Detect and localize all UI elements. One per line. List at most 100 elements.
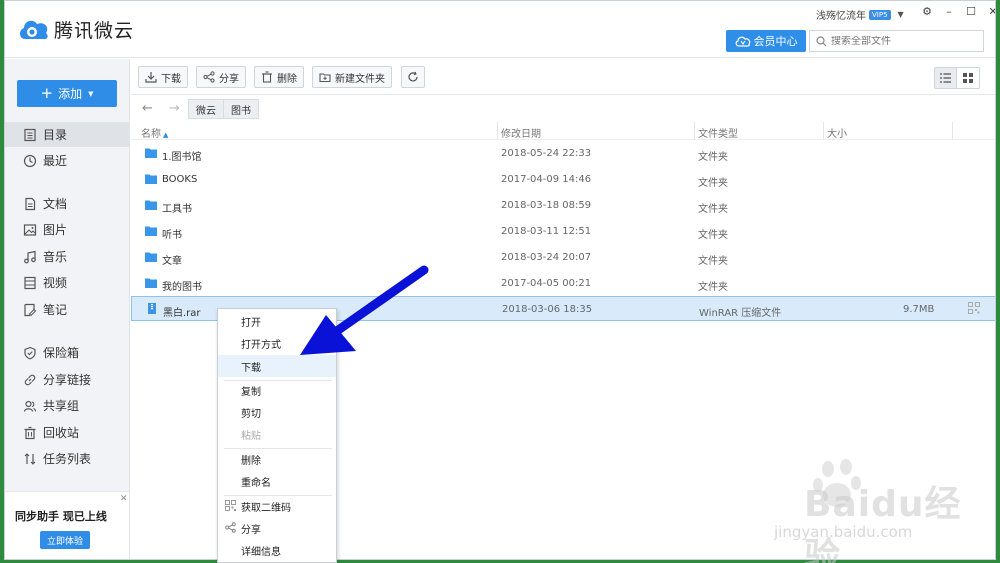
new-folder-button[interactable]: 新建文件夹	[312, 66, 392, 88]
video-icon	[24, 276, 36, 289]
search-icon	[816, 35, 827, 46]
file-size: 9.7MB	[903, 304, 935, 315]
sidebar-item-videos[interactable]: 视频	[5, 270, 129, 295]
table-row[interactable]: BOOKS 2017-04-09 14:46 文件夹	[131, 167, 995, 192]
gear-icon[interactable]: ⚙	[918, 4, 936, 20]
share-label: 分享	[219, 73, 239, 85]
file-date: 2018-03-06 18:35	[502, 304, 593, 315]
sidebar-item-music[interactable]: 音乐	[5, 244, 129, 269]
add-button-label: 添加	[58, 87, 83, 101]
folder-icon	[145, 278, 157, 288]
delete-button[interactable]: 删除	[254, 66, 304, 88]
file-date: 2018-03-11 12:51	[501, 226, 592, 237]
menu-item-copy[interactable]: 复制	[218, 379, 336, 401]
sidebar-item-notes[interactable]: 笔记	[5, 297, 129, 322]
column-header-size[interactable]: 大小	[827, 125, 847, 140]
cloud-logo-icon	[19, 20, 48, 40]
minimize-icon[interactable]: –	[940, 4, 958, 20]
menu-item-share[interactable]: 分享	[218, 517, 336, 539]
column-header-date[interactable]: 修改日期	[501, 125, 541, 140]
sidebar-item-images[interactable]: 图片	[5, 217, 129, 242]
file-type: WinRAR 压缩文件	[699, 308, 782, 319]
user-menu[interactable]: 浅殇忆流年 VIP5 ▼	[816, 7, 904, 22]
column-header-name[interactable]: 名称 ▲	[141, 125, 168, 140]
breadcrumb-item-weiyun[interactable]: 微云	[188, 99, 224, 119]
plus-icon: +	[40, 84, 54, 102]
try-now-button[interactable]: 立即体验	[40, 531, 90, 549]
table-row[interactable]: 文章 2018-03-24 20:07 文件夹	[131, 245, 995, 270]
qrcode-icon[interactable]	[968, 302, 980, 314]
chevron-down-icon[interactable]: ▼	[898, 10, 904, 19]
table-row[interactable]: 1.图书馆 2018-05-24 22:33 文件夹	[131, 141, 995, 166]
delete-label: 删除	[277, 73, 297, 85]
file-name: BOOKS	[162, 174, 198, 185]
file-name: 黑白.rar	[163, 308, 201, 319]
file-date: 2018-05-24 22:33	[501, 148, 592, 159]
forward-arrow-icon[interactable]: →	[169, 101, 180, 116]
breadcrumb: ← → 微云 图书	[131, 97, 995, 121]
menu-item-delete[interactable]: 删除	[218, 448, 336, 470]
list-view-icon[interactable]	[935, 68, 958, 88]
sidebar-item-recycle-bin[interactable]: 回收站	[5, 420, 129, 445]
menu-item-details[interactable]: 详细信息	[218, 539, 336, 561]
shield-icon	[24, 346, 36, 359]
watermark-brand: Baidu经验	[804, 484, 962, 563]
column-header-type[interactable]: 文件类型	[698, 125, 738, 140]
sidebar-item-recent[interactable]: 最近	[5, 148, 129, 173]
column-divider[interactable]	[952, 122, 953, 140]
download-label: 下载	[161, 73, 181, 85]
menu-item-cut[interactable]: 剪切	[218, 401, 336, 423]
sidebar-item-label: 最近	[43, 154, 68, 168]
breadcrumb-item-books[interactable]: 图书	[223, 99, 259, 119]
column-divider[interactable]	[694, 122, 695, 140]
sidebar-item-tasks[interactable]: 任务列表	[5, 446, 129, 471]
close-icon[interactable]: ✕	[120, 494, 128, 504]
table-row[interactable]: 我的图书 2017-04-05 00:21 文件夹	[131, 271, 995, 296]
grid-view-icon[interactable]	[957, 68, 979, 88]
sidebar-item-share-links[interactable]: 分享链接	[5, 367, 129, 392]
menu-item-get-qrcode[interactable]: 获取二维码	[218, 495, 336, 517]
image-icon	[23, 223, 37, 236]
back-arrow-icon[interactable]: ←	[142, 101, 153, 116]
sidebar-item-safe[interactable]: 保险箱	[5, 340, 129, 365]
sidebar-item-shared-group[interactable]: 共享组	[5, 393, 129, 418]
search-input[interactable]	[831, 35, 971, 47]
sort-up-icon: ▲	[163, 131, 169, 139]
file-name: 听书	[162, 230, 182, 241]
trash-icon	[24, 426, 36, 439]
sidebar-item-label: 分享链接	[43, 373, 92, 387]
sidebar-item-label: 笔记	[43, 303, 68, 317]
vip-center-button[interactable]: 会员中心	[726, 30, 806, 52]
sidebar-item-label: 图片	[43, 223, 68, 237]
sidebar-item-documents[interactable]: 文档	[5, 191, 129, 216]
search-box[interactable]	[809, 30, 984, 52]
maximize-icon[interactable]: ☐	[962, 4, 980, 20]
close-icon[interactable]: ✕	[984, 4, 995, 20]
column-divider[interactable]	[823, 122, 824, 140]
add-button[interactable]: + 添加 ▼	[17, 80, 117, 107]
menu-item-paste[interactable]: 粘贴	[218, 423, 336, 445]
sidebar-item-label: 目录	[43, 128, 68, 142]
sidebar-item-label: 文档	[43, 197, 68, 211]
menu-item-rename[interactable]: 重命名	[218, 470, 336, 492]
download-button[interactable]: 下载	[138, 66, 188, 88]
qrcode-icon	[225, 500, 236, 511]
table-row[interactable]: 工具书 2018-03-18 08:59 文件夹	[131, 193, 995, 218]
new-folder-label: 新建文件夹	[335, 73, 385, 85]
sidebar-item-label: 共享组	[43, 399, 80, 413]
file-type: 文件夹	[698, 178, 728, 189]
app-name: 腾讯微云	[54, 19, 135, 42]
folder-icon	[145, 148, 157, 158]
sidebar-item-directory[interactable]: 目录	[5, 122, 129, 147]
refresh-button[interactable]	[401, 66, 425, 88]
sidebar-item-label: 保险箱	[43, 346, 80, 360]
promo-title: 同步助手 现已上线	[15, 510, 107, 523]
new-folder-icon	[319, 73, 331, 83]
share-button[interactable]: 分享	[196, 66, 246, 88]
file-type: 文件夹	[698, 256, 728, 267]
table-row[interactable]: 听书 2018-03-11 12:51 文件夹	[131, 219, 995, 244]
user-name: 浅殇忆流年	[816, 11, 866, 22]
file-name: 我的图书	[162, 282, 202, 293]
column-divider[interactable]	[497, 122, 498, 140]
note-icon	[24, 303, 37, 316]
